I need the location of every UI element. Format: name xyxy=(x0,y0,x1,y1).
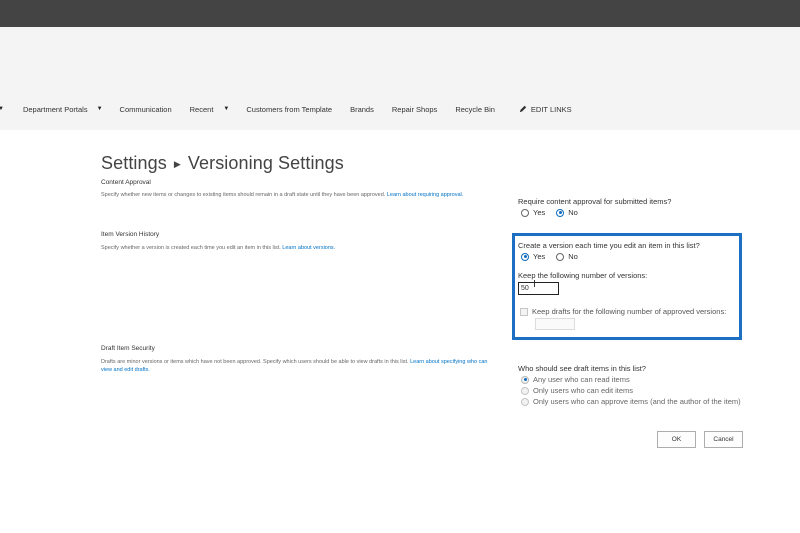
version-history-text: Specify whether a version is created eac… xyxy=(101,245,281,251)
draft-option-edit-radio[interactable] xyxy=(521,386,529,395)
version-no-radio[interactable] xyxy=(556,252,565,261)
content-approval-no-radio[interactable] xyxy=(556,208,565,217)
nav-item-department-portals[interactable]: Department Portals xyxy=(23,105,88,114)
content-approval-text: Specify whether new items or changes to … xyxy=(101,192,386,198)
learn-approval-link[interactable]: Learn about requiring approval. xyxy=(387,192,463,198)
draft-security-description: Drafts are minor versions or items which… xyxy=(101,358,491,374)
cancel-button[interactable]: Cancel xyxy=(704,431,743,448)
draft-option-read-radio[interactable] xyxy=(521,375,529,384)
nav-item-recent[interactable]: Recent xyxy=(190,105,214,114)
keep-drafts-label: Keep drafts for the following number of … xyxy=(532,307,727,316)
version-history-options: Yes No xyxy=(521,252,578,261)
nav-item-communication[interactable]: Communication xyxy=(120,105,172,114)
chevron-down-icon[interactable]: ▼ xyxy=(223,106,229,112)
content-approval-no-label[interactable]: No xyxy=(568,208,578,217)
content-approval-yes-label[interactable]: Yes xyxy=(533,208,545,217)
keep-drafts-input[interactable] xyxy=(535,318,575,330)
content-approval-heading: Content Approval xyxy=(101,179,151,186)
pencil-icon xyxy=(519,105,527,113)
draft-security-heading: Draft Item Security xyxy=(101,345,155,352)
draft-security-question: Who should see draft items in this list? xyxy=(518,364,646,373)
learn-versions-link[interactable]: Learn about versions. xyxy=(282,245,335,251)
draft-option-approve-label[interactable]: Only users who can approve items (and th… xyxy=(533,397,741,406)
chevron-down-icon[interactable]: ▼ xyxy=(0,106,4,112)
page-title: Settings ▶ Versioning Settings xyxy=(101,153,344,174)
content-approval-options: Yes No xyxy=(521,208,578,217)
version-history-heading: Item Version History xyxy=(101,231,160,238)
edit-links-label: EDIT LINKS xyxy=(530,104,572,114)
version-yes-label[interactable]: Yes xyxy=(533,252,545,261)
breadcrumb-separator-icon: ▶ xyxy=(173,159,181,169)
breadcrumb-current: Versioning Settings xyxy=(187,153,344,173)
keep-drafts-row: Keep drafts for the following number of … xyxy=(520,307,726,316)
top-navigation: ▼ Department Portals ▼ Communication Rec… xyxy=(0,101,572,117)
draft-security-text: Drafts are minor versions or items which… xyxy=(101,359,409,365)
nav-item-recycle-bin[interactable]: Recycle Bin xyxy=(455,105,495,114)
content-approval-yes-radio[interactable] xyxy=(521,208,529,217)
draft-option-read-label[interactable]: Any user who can read items xyxy=(533,375,630,384)
keep-versions-input[interactable]: 50 xyxy=(518,282,559,295)
nav-item-customers-from-template[interactable]: Customers from Template xyxy=(246,105,332,114)
version-history-description: Specify whether a version is created eac… xyxy=(101,244,491,252)
top-bar xyxy=(0,0,800,27)
ok-button[interactable]: OK xyxy=(657,431,696,448)
draft-option-approve-radio[interactable] xyxy=(521,397,529,406)
draft-option-edit-label[interactable]: Only users who can edit items xyxy=(533,386,633,395)
edit-links-button[interactable]: EDIT LINKS xyxy=(519,105,572,114)
draft-option-row: Only users who can approve items (and th… xyxy=(521,397,741,406)
nav-item-repair-shops[interactable]: Repair Shops xyxy=(392,105,437,114)
keep-drafts-checkbox[interactable] xyxy=(520,307,528,316)
draft-option-row: Any user who can read items xyxy=(521,375,630,384)
version-yes-radio[interactable] xyxy=(521,252,529,261)
breadcrumb-settings[interactable]: Settings xyxy=(101,153,167,173)
version-history-question: Create a version each time you edit an i… xyxy=(518,241,700,250)
keep-versions-label: Keep the following number of versions: xyxy=(518,271,648,280)
draft-option-row: Only users who can edit items xyxy=(521,386,633,395)
version-no-label[interactable]: No xyxy=(568,252,578,261)
text-cursor-icon: I xyxy=(533,279,536,290)
content-approval-description: Specify whether new items or changes to … xyxy=(101,191,491,199)
content-approval-question: Require content approval for submitted i… xyxy=(518,197,672,206)
chevron-down-icon[interactable]: ▼ xyxy=(97,106,103,112)
nav-item-brands[interactable]: Brands xyxy=(350,105,374,114)
